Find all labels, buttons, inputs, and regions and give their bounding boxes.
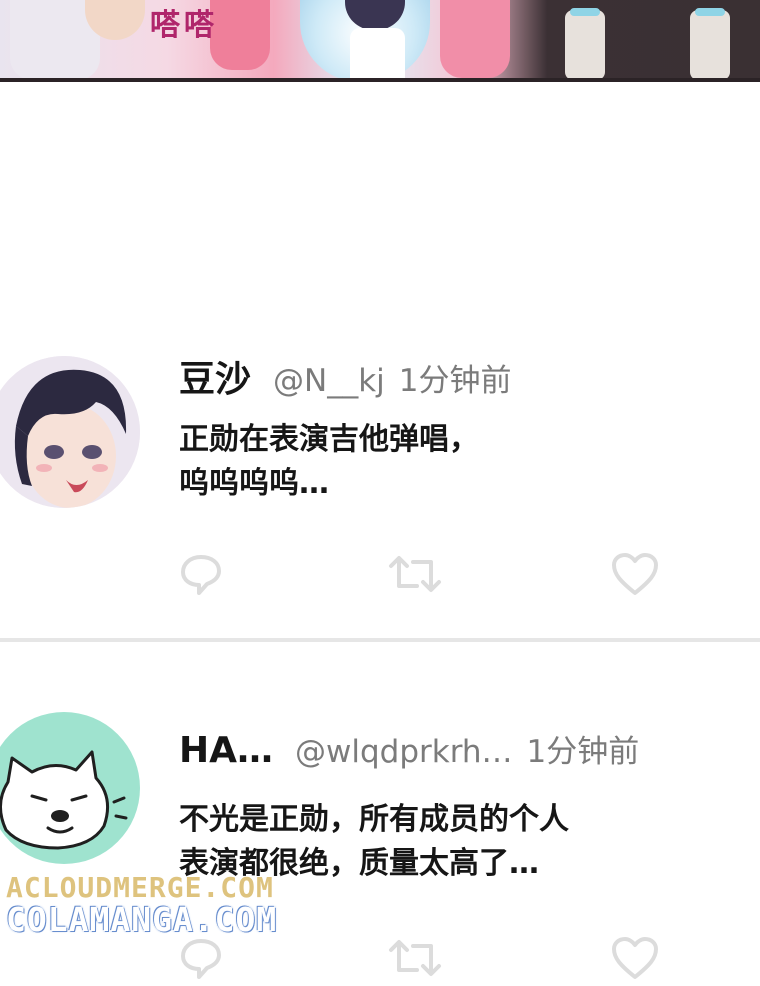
figure-hair-right [440, 0, 510, 78]
lightstick-tip-left [570, 8, 600, 16]
reply-icon [181, 939, 221, 979]
lightstick-tip-right [695, 8, 725, 16]
post-time: 1分钟前 [398, 363, 512, 399]
like-button[interactable] [607, 546, 663, 602]
comic-panel: 嗒嗒 [0, 0, 760, 82]
display-name[interactable]: HA… [179, 730, 273, 771]
retweet-icon [389, 556, 441, 592]
user-handle[interactable]: @wlqdprkrh… [295, 734, 513, 770]
user-avatar-1[interactable] [0, 356, 140, 508]
display-name[interactable]: 豆沙 [179, 350, 251, 402]
sound-effect-text: 嗒嗒 [150, 8, 218, 43]
watermark-line-1: ACLOUDMERGE.COM [6, 871, 274, 904]
lightstick-right [690, 10, 730, 80]
post-text-line: 正勋在表演吉他弹唱， [179, 422, 479, 457]
post-time: 1分钟前 [526, 734, 640, 770]
user-handle[interactable]: @N__kj [273, 363, 385, 399]
like-button[interactable] [607, 930, 663, 986]
post-header-1: 豆沙 @N__kj 1分钟前 [179, 350, 512, 402]
post-text-line: 呜呜呜呜… [179, 466, 329, 501]
white-dog-avatar-icon [0, 712, 140, 864]
post-text-1: 正勋在表演吉他弹唱， 呜呜呜呜… [179, 418, 479, 506]
post-actions-1 [0, 546, 760, 602]
retweet-button[interactable] [387, 546, 443, 602]
user-avatar-2[interactable] [0, 712, 140, 864]
retweet-icon [389, 940, 441, 976]
lightstick-left [565, 10, 605, 80]
retweet-button[interactable] [387, 930, 443, 986]
anime-boy-avatar-icon [0, 356, 140, 508]
reply-icon [181, 555, 221, 595]
post-header-2: HA… @wlqdprkrh… 1分钟前 [179, 726, 639, 771]
heart-icon [612, 553, 658, 595]
figure-hair [210, 0, 270, 70]
post-divider [0, 638, 760, 642]
reply-button[interactable] [173, 546, 229, 602]
panel-border [0, 78, 760, 82]
center-shirt [350, 28, 405, 82]
watermark-line-2: COLAMANGA.COM [6, 900, 278, 939]
post-text-line: 不光是正勋，所有成员的个人 [179, 802, 569, 837]
